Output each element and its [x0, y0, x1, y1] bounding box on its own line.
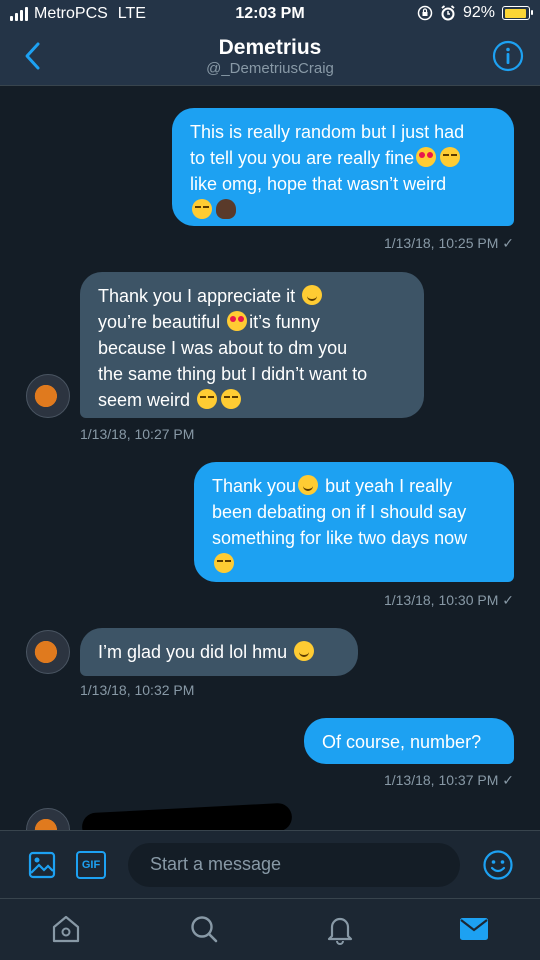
message-input-placeholder: Start a message: [150, 854, 282, 874]
tab-bar: [0, 898, 540, 960]
message-timestamp: 1/13/18, 10:32 PM: [80, 682, 195, 698]
message-timestamp: 1/13/18, 10:30 PM ✓: [383, 592, 514, 608]
message-composer: GIF Start a message: [0, 830, 540, 898]
message-bubble-sent[interactable]: Thank you but yeah I really been debatin…: [194, 462, 514, 582]
message-text: seem weird: [98, 390, 191, 410]
message-text: something for like two days now: [212, 528, 468, 548]
smiling-emoji-icon: [298, 475, 319, 495]
image-icon[interactable]: [28, 851, 56, 879]
alarm-icon: [441, 5, 455, 21]
message-input[interactable]: Start a message: [128, 843, 460, 887]
battery-icon: [502, 6, 533, 20]
battery-percent: 92%: [462, 4, 495, 21]
conversation-header: Demetrius @_DemetriusCraig: [0, 28, 540, 86]
info-icon[interactable]: [492, 40, 524, 72]
message-text: to tell you you are really fine: [190, 148, 415, 168]
contact-avatar[interactable]: [26, 808, 70, 830]
bell-icon[interactable]: [324, 913, 356, 945]
message-list[interactable]: This is really random but I just had to …: [0, 86, 540, 830]
tears-of-joy-emoji-icon: [440, 147, 461, 167]
message-bubble-received[interactable]: Thank you I appreciate it you’re beautif…: [80, 272, 424, 418]
gif-icon[interactable]: GIF: [76, 851, 106, 879]
message-text: but yeah I really: [325, 476, 453, 496]
message-text: Thank you: [212, 476, 297, 496]
message-text: it’s funny: [249, 312, 320, 332]
contact-handle: @_DemetriusCraig: [206, 60, 334, 77]
tears-of-joy-emoji-icon: [192, 199, 212, 219]
tears-of-joy-emoji-icon: [214, 553, 234, 573]
heart-eyes-emoji-icon: [416, 147, 437, 167]
lock-rotation-icon: [417, 5, 433, 21]
message-bubble-sent[interactable]: Of course, number?: [304, 718, 514, 764]
message-timestamp: 1/13/18, 10:27 PM: [80, 426, 195, 442]
message-text: because I was about to dm you: [98, 338, 348, 358]
tears-of-joy-emoji-icon: [197, 389, 218, 409]
message-text: I’m glad you did lol hmu: [98, 642, 288, 662]
message-text: Thank you I appreciate it: [98, 286, 296, 306]
emoji-smiley-icon[interactable]: [482, 849, 514, 881]
smirk-emoji-icon: [302, 285, 323, 305]
message-text: been debating on if I should say: [212, 502, 467, 522]
status-bar: MetroPCS LTE 12:03 PM 92%: [0, 0, 540, 28]
message-text: like omg, hope that wasn’t weird: [190, 174, 447, 194]
mail-icon[interactable]: [458, 915, 490, 943]
message-timestamp: 1/13/18, 10:25 PM ✓: [383, 235, 514, 251]
contact-avatar[interactable]: [26, 630, 70, 674]
search-icon[interactable]: [188, 913, 220, 945]
home-icon[interactable]: [50, 913, 82, 945]
woman-emoji-icon: [216, 199, 236, 219]
message-text: the same thing but I didn’t want to: [98, 364, 368, 384]
message-timestamp: 1/13/18, 10:37 PM ✓: [383, 772, 514, 788]
redacted-message: [81, 802, 293, 830]
gif-label: GIF: [81, 859, 101, 871]
message-bubble-sent[interactable]: This is really random but I just had to …: [172, 108, 514, 226]
message-bubble-received[interactable]: I’m glad you did lol hmu: [80, 628, 358, 676]
thinking-emoji-icon: [294, 641, 315, 661]
message-text: This is really random but I just had: [190, 122, 465, 142]
contact-avatar[interactable]: [26, 374, 70, 418]
heart-eyes-emoji-icon: [227, 311, 248, 331]
tears-of-joy-emoji-icon: [221, 389, 242, 409]
message-text: you’re beautiful: [98, 312, 221, 332]
contact-name: Demetrius: [218, 36, 322, 59]
message-text: Of course, number?: [322, 732, 482, 752]
status-right: 92%: [417, 4, 533, 22]
